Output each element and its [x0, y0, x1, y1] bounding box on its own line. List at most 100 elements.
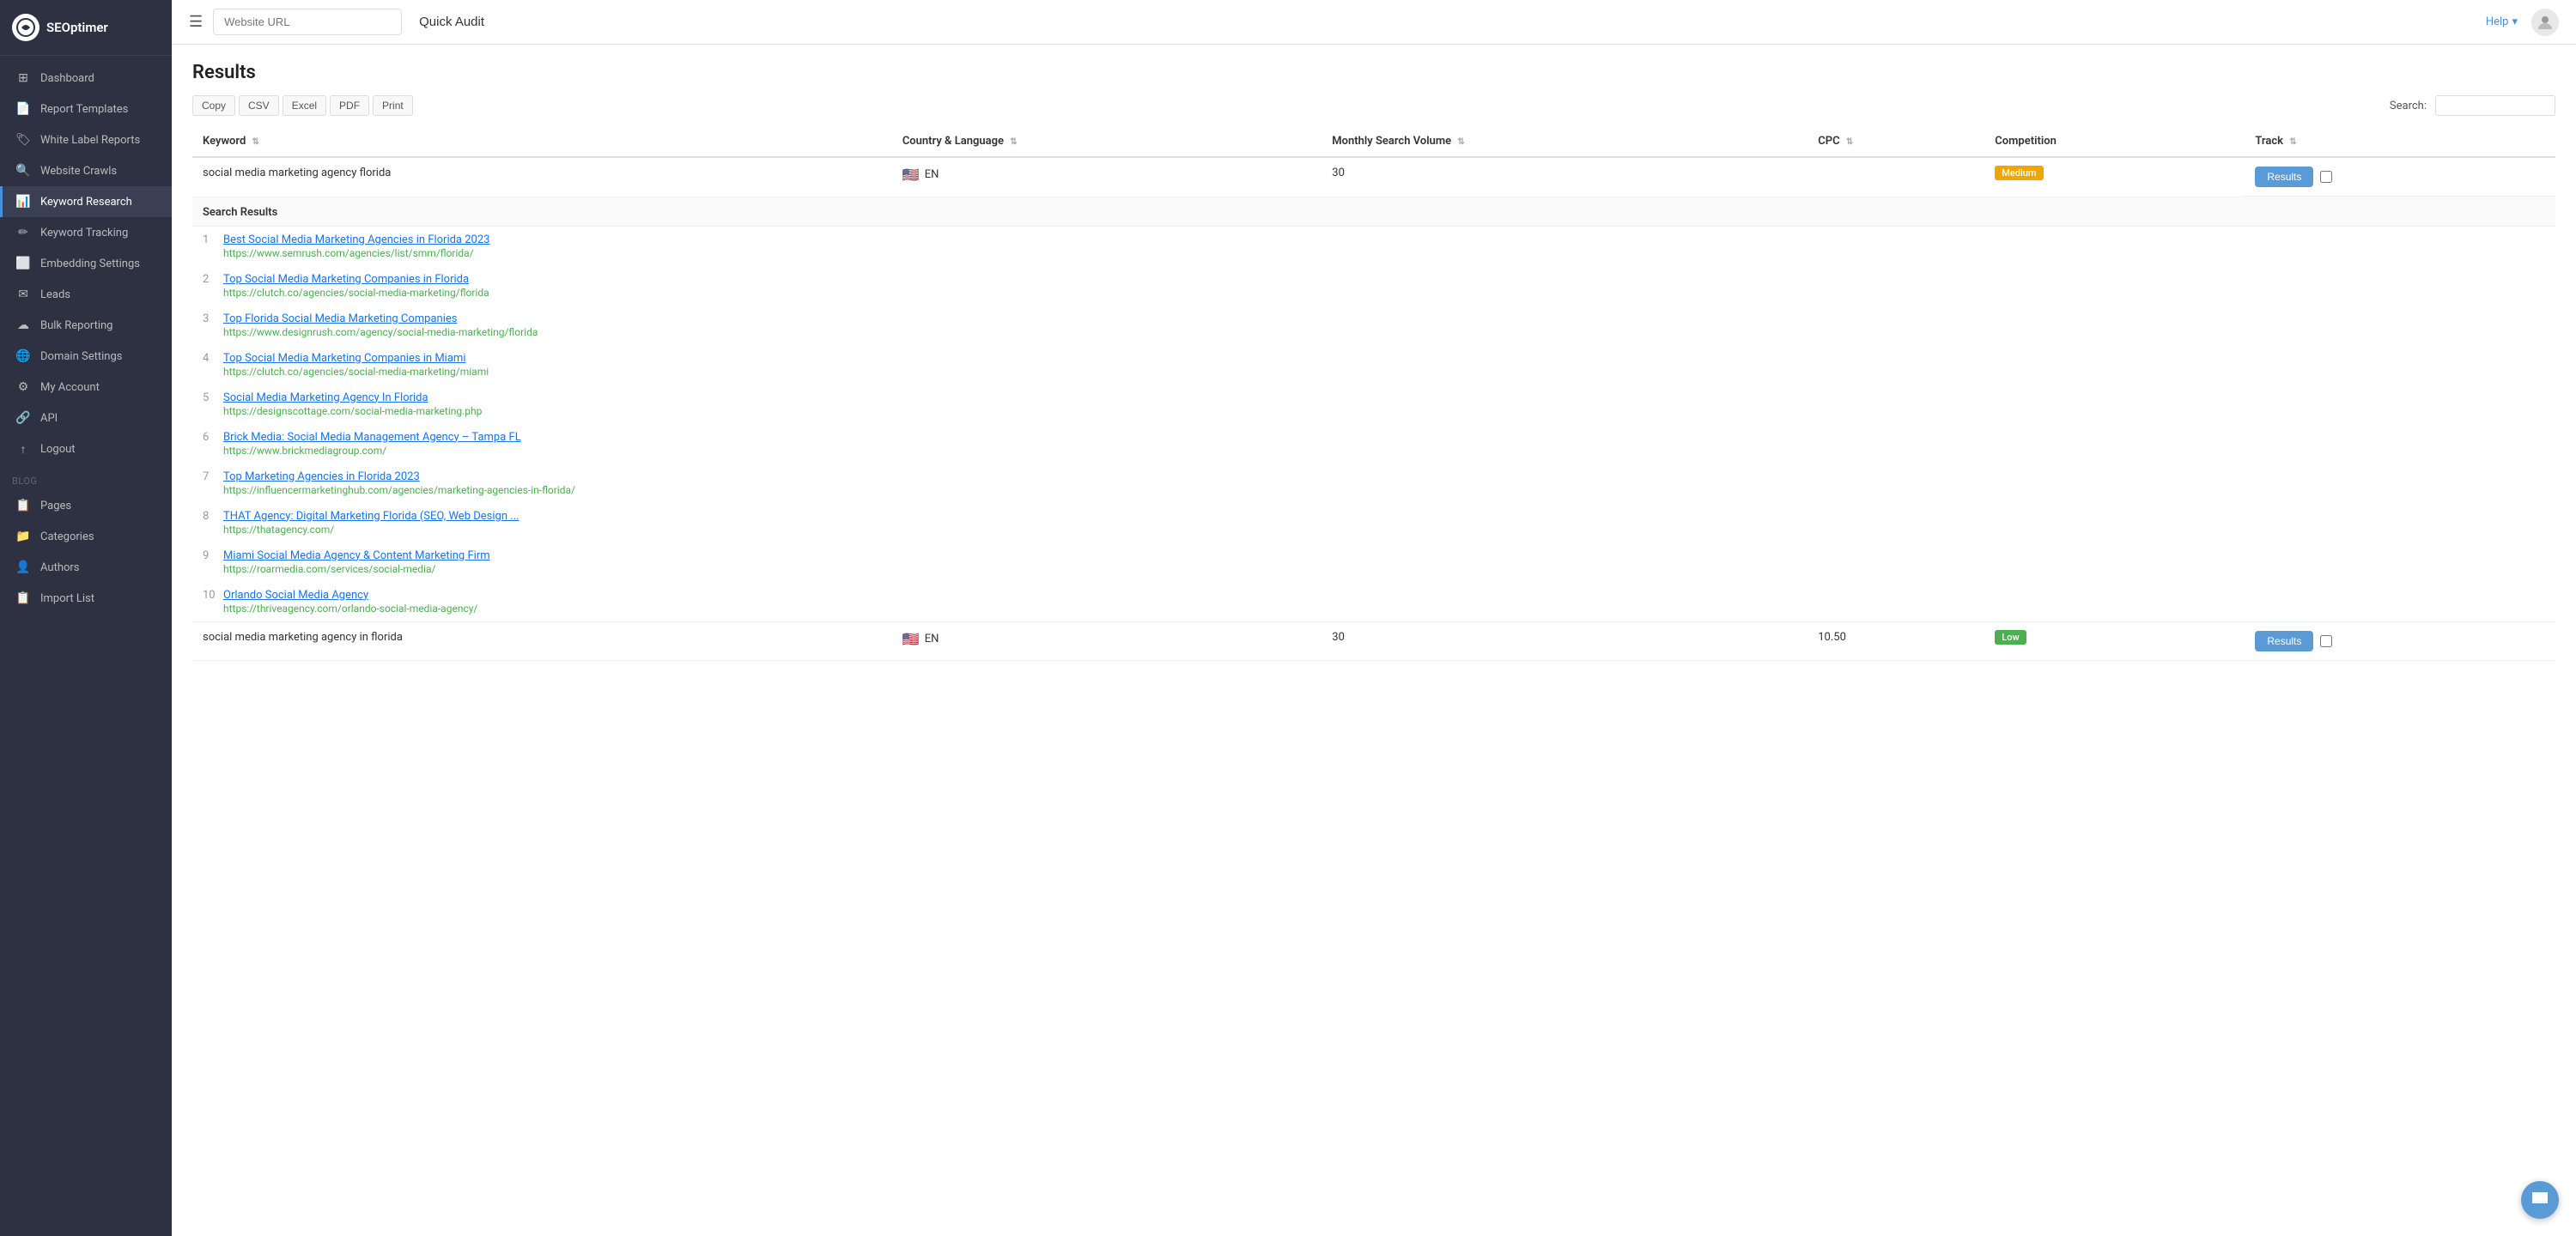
main-area: ☰ Quick Audit Help ▾ Results Copy CSV Ex… [172, 0, 2576, 1236]
search-result-number-8: 8 [203, 510, 209, 523]
search-result-title-6[interactable]: Brick Media: Social Media Management Age… [223, 431, 2545, 444]
main-content: Results Copy CSV Excel PDF Print Search:… [172, 45, 2576, 1236]
table-search-input[interactable] [2435, 95, 2555, 116]
sidebar-label-dashboard: Dashboard [40, 72, 94, 85]
sort-country-icon[interactable]: ⇅ [1010, 137, 1017, 147]
search-result-title-8[interactable]: THAT Agency: Digital Marketing Florida (… [223, 510, 2545, 523]
search-result-url-1: https://www.semrush.com/agencies/list/sm… [223, 247, 2545, 259]
sidebar-item-authors[interactable]: 👤Authors [0, 552, 172, 583]
print-button[interactable]: Print [373, 95, 413, 116]
search-result-row-1: 1 Best Social Media Marketing Agencies i… [192, 227, 2555, 266]
sort-cpc-icon[interactable]: ⇅ [1846, 137, 1853, 147]
search-result-number-9: 9 [203, 549, 209, 562]
search-result-item: 2 Top Social Media Marketing Companies i… [192, 266, 2555, 306]
sort-track-icon[interactable]: ⇅ [2289, 137, 2296, 147]
cell-volume-0: 30 [1321, 157, 1807, 197]
search-results-header: Search Results [192, 197, 2555, 227]
csv-button[interactable]: CSV [239, 95, 279, 116]
flag-icon-0: 🇺🇸 [902, 167, 920, 183]
sidebar-item-leads[interactable]: ✉ Leads [0, 279, 172, 310]
sidebar-item-keyword-research[interactable]: 📊Keyword Research [0, 186, 172, 217]
results-table: Keyword ⇅ Country & Language ⇅ Monthly S… [192, 126, 2555, 661]
search-result-item: 3 Top Florida Social Media Marketing Com… [192, 306, 2555, 345]
sidebar-label-authors: Authors [40, 561, 80, 574]
search-result-url-6: https://www.brickmediagroup.com/ [223, 445, 2545, 457]
chat-bubble[interactable] [2521, 1181, 2559, 1219]
search-result-item: 7 Top Marketing Agencies in Florida 2023… [192, 464, 2555, 503]
sidebar-icon-website-crawls: 🔍 [15, 164, 32, 178]
sidebar-label-embedding-settings: Embedding Settings [40, 258, 140, 270]
sidebar-label-keyword-research: Keyword Research [40, 196, 132, 209]
sidebar-item-keyword-tracking[interactable]: ✏Keyword Tracking [0, 217, 172, 248]
sidebar-item-categories[interactable]: 📁Categories [0, 521, 172, 552]
search-results-expanded-row: Search Results 1 Best Social Media Marke… [192, 197, 2555, 621]
search-result-number-1: 1 [203, 233, 209, 246]
help-dropdown[interactable]: Help ▾ [2486, 15, 2518, 28]
search-result-title-5[interactable]: Social Media Marketing Agency In Florida [223, 391, 2545, 404]
th-competition: Competition [1984, 126, 2245, 157]
search-result-row-3: 3 Top Florida Social Media Marketing Com… [192, 306, 2555, 345]
search-result-title-9[interactable]: Miami Social Media Agency & Content Mark… [223, 549, 2545, 562]
excel-button[interactable]: Excel [283, 95, 326, 116]
sidebar-item-white-label-reports[interactable]: 🏷 White Label Reports [0, 124, 172, 155]
track-checkbox-0[interactable] [2320, 171, 2332, 183]
search-result-number-6: 6 [203, 431, 209, 444]
search-result-url-2: https://clutch.co/agencies/social-media-… [223, 287, 2545, 299]
copy-button[interactable]: Copy [192, 95, 235, 116]
help-chevron-icon: ▾ [2512, 15, 2518, 28]
sidebar-icon-logout: ↑ [15, 442, 32, 457]
sidebar-item-website-crawls[interactable]: 🔍Website Crawls [0, 155, 172, 186]
sidebar-label-domain-settings: Domain Settings [40, 350, 122, 363]
sidebar-item-dashboard[interactable]: ⊞Dashboard [0, 63, 172, 94]
search-result-title-4[interactable]: Top Social Media Marketing Companies in … [223, 352, 2545, 365]
th-monthly-volume: Monthly Search Volume ⇅ [1321, 126, 1807, 157]
search-result-title-10[interactable]: Orlando Social Media Agency [223, 589, 2545, 602]
search-result-title-7[interactable]: Top Marketing Agencies in Florida 2023 [223, 470, 2545, 483]
cell-country-0: 🇺🇸EN [892, 157, 1321, 197]
search-result-url-7: https://influencermarketinghub.com/agenc… [223, 484, 2545, 496]
search-result-row-5: 5 Social Media Marketing Agency In Flori… [192, 385, 2555, 424]
sidebar-item-logout[interactable]: ↑Logout [0, 433, 172, 465]
sidebar-item-embedding-settings[interactable]: ⬜ Embedding Settings [0, 248, 172, 279]
sidebar-icon-embedding-settings: ⬜ [15, 257, 32, 270]
cell-cpc-1: 10.50 [1807, 621, 1984, 661]
cell-track-1: Results [2245, 622, 2555, 661]
sidebar-icon-bulk-reporting: ☁ [15, 318, 32, 332]
results-title: Results [192, 62, 2555, 83]
cell-keyword-0: social media marketing agency florida [192, 157, 892, 197]
pdf-button[interactable]: PDF [330, 95, 369, 116]
website-url-input[interactable] [213, 9, 402, 35]
search-results-cell: Search Results 1 Best Social Media Marke… [192, 197, 2555, 621]
sidebar-icon-my-account: ⚙ [15, 380, 32, 394]
search-result-item: 1 Best Social Media Marketing Agencies i… [192, 227, 2555, 266]
sidebar-icon-leads: ✉ [15, 288, 32, 301]
sidebar-icon-white-label-reports: 🏷 [15, 133, 32, 147]
cell-competition-1: Low [1984, 621, 2245, 661]
sidebar-item-api[interactable]: 🔗API [0, 403, 172, 433]
sidebar-label-report-templates: Report Templates [40, 103, 128, 116]
sidebar-label-categories: Categories [40, 530, 94, 543]
sidebar-item-pages[interactable]: 📋Pages [0, 490, 172, 521]
sidebar-item-report-templates[interactable]: 📄Report Templates [0, 94, 172, 124]
sidebar-item-my-account[interactable]: ⚙My Account [0, 372, 172, 403]
search-result-row-8: 8 THAT Agency: Digital Marketing Florida… [192, 503, 2555, 542]
sort-volume-icon[interactable]: ⇅ [1457, 137, 1464, 147]
th-keyword: Keyword ⇅ [192, 126, 892, 157]
sidebar-icon-domain-settings: 🌐 [15, 349, 32, 363]
results-button-1[interactable]: Results [2255, 631, 2313, 651]
search-result-title-3[interactable]: Top Florida Social Media Marketing Compa… [223, 312, 2545, 325]
track-checkbox-1[interactable] [2320, 635, 2332, 647]
search-result-title-1[interactable]: Best Social Media Marketing Agencies in … [223, 233, 2545, 246]
cell-competition-0: Medium [1984, 157, 2245, 197]
sidebar-item-domain-settings[interactable]: 🌐 Domain Settings [0, 341, 172, 372]
results-button-0[interactable]: Results [2255, 167, 2313, 187]
sidebar-item-bulk-reporting[interactable]: ☁Bulk Reporting [0, 310, 172, 341]
sidebar-item-import-list[interactable]: 📋Import List [0, 583, 172, 614]
quick-audit-button[interactable]: Quick Audit [410, 9, 493, 35]
sidebar-label-leads: Leads [40, 288, 70, 301]
sidebar-label-white-label-reports: White Label Reports [40, 134, 140, 147]
user-avatar[interactable] [2531, 9, 2559, 36]
hamburger-menu-icon[interactable]: ☰ [189, 13, 203, 31]
sort-keyword-icon[interactable]: ⇅ [252, 137, 259, 147]
search-result-title-2[interactable]: Top Social Media Marketing Companies in … [223, 273, 2545, 286]
